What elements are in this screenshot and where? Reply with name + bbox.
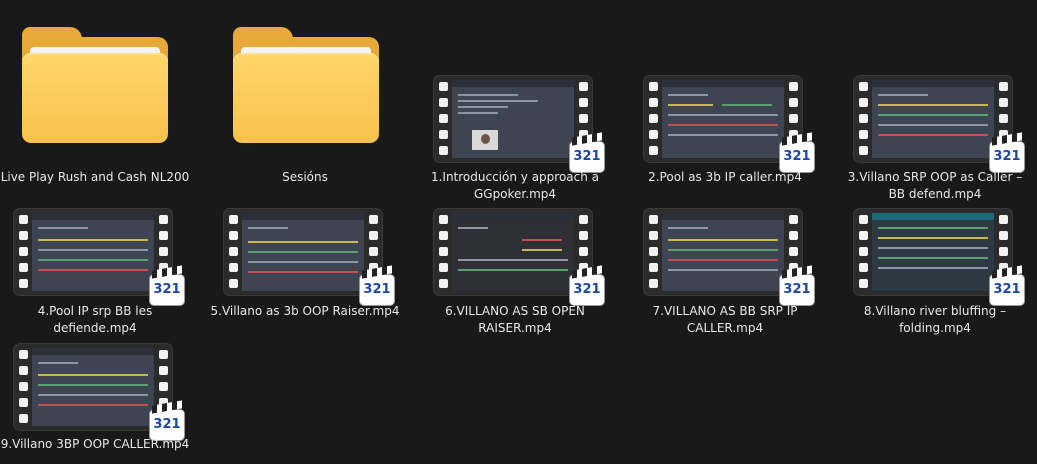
- media-player-badge-icon: 321: [990, 275, 1024, 305]
- file-name: Sesións: [282, 170, 328, 184]
- media-player-badge-icon: 321: [570, 275, 604, 305]
- video-file-icon: 321: [434, 209, 604, 305]
- file-name: 3.Villano SRP OOP as Caller – BB defend.…: [847, 170, 1023, 201]
- file-name: 9.Villano 3BP OOP CALLER.mp4: [0, 437, 190, 451]
- media-player-badge-icon: 321: [780, 142, 814, 172]
- video-file-icon: 321: [854, 209, 1024, 305]
- video-file-icon: 321: [224, 209, 394, 305]
- file-name: 4.Pool IP srp BB les defiende.mp4: [37, 304, 153, 335]
- file-name: 8.Villano river bluffing – folding.mp4: [863, 304, 1007, 335]
- file-name: 6.VILLANO AS SB OPEN RAISER.mp4: [445, 304, 585, 335]
- video-item[interactable]: 321 5.Villano as 3b OOP Raiser.mp4: [210, 205, 400, 340]
- video-item[interactable]: 321 3.Villano SRP OOP as Caller – BB def…: [840, 0, 1030, 205]
- file-grid: Live Play Rush and Cash NL200 Sesións 32…: [0, 0, 1037, 464]
- media-player-badge-icon: 321: [150, 275, 184, 305]
- folder-icon: [233, 27, 379, 143]
- file-name: Live Play Rush and Cash NL200: [0, 170, 190, 184]
- media-player-badge-icon: 321: [990, 142, 1024, 172]
- video-file-icon: 321: [644, 76, 814, 172]
- video-file-icon: 321: [14, 344, 184, 440]
- video-file-icon: 321: [644, 209, 814, 305]
- video-item[interactable]: 321 1.Introducción y approach a GGpoker.…: [420, 0, 610, 205]
- video-file-icon: 321: [434, 76, 604, 172]
- video-file-icon: 321: [854, 76, 1024, 172]
- file-name: 1.Introducción y approach a GGpoker.mp4: [430, 170, 600, 201]
- folder-item[interactable]: Live Play Rush and Cash NL200: [0, 0, 190, 200]
- file-name: 2.Pool as 3b IP caller.mp4: [648, 170, 802, 184]
- media-player-badge-icon: 321: [360, 275, 394, 305]
- video-item[interactable]: 321 2.Pool as 3b IP caller.mp4: [630, 0, 820, 205]
- media-player-badge-icon: 321: [570, 142, 604, 172]
- folder-icon: [22, 27, 168, 143]
- video-item[interactable]: 321 6.VILLANO AS SB OPEN RAISER.mp4: [420, 205, 610, 340]
- file-name: 5.Villano as 3b OOP Raiser.mp4: [210, 304, 400, 318]
- video-item[interactable]: 321 9.Villano 3BP OOP CALLER.mp4: [0, 340, 190, 464]
- video-item[interactable]: 321 7.VILLANO AS BB SRP IP CALLER.mp4: [630, 205, 820, 340]
- file-name: 7.VILLANO AS BB SRP IP CALLER.mp4: [652, 304, 798, 335]
- video-item[interactable]: 321 4.Pool IP srp BB les defiende.mp4: [0, 205, 190, 340]
- video-file-icon: 321: [14, 209, 184, 305]
- folder-item[interactable]: Sesións: [210, 0, 400, 200]
- video-item[interactable]: 321 8.Villano river bluffing – folding.m…: [840, 205, 1030, 340]
- media-player-badge-icon: 321: [780, 275, 814, 305]
